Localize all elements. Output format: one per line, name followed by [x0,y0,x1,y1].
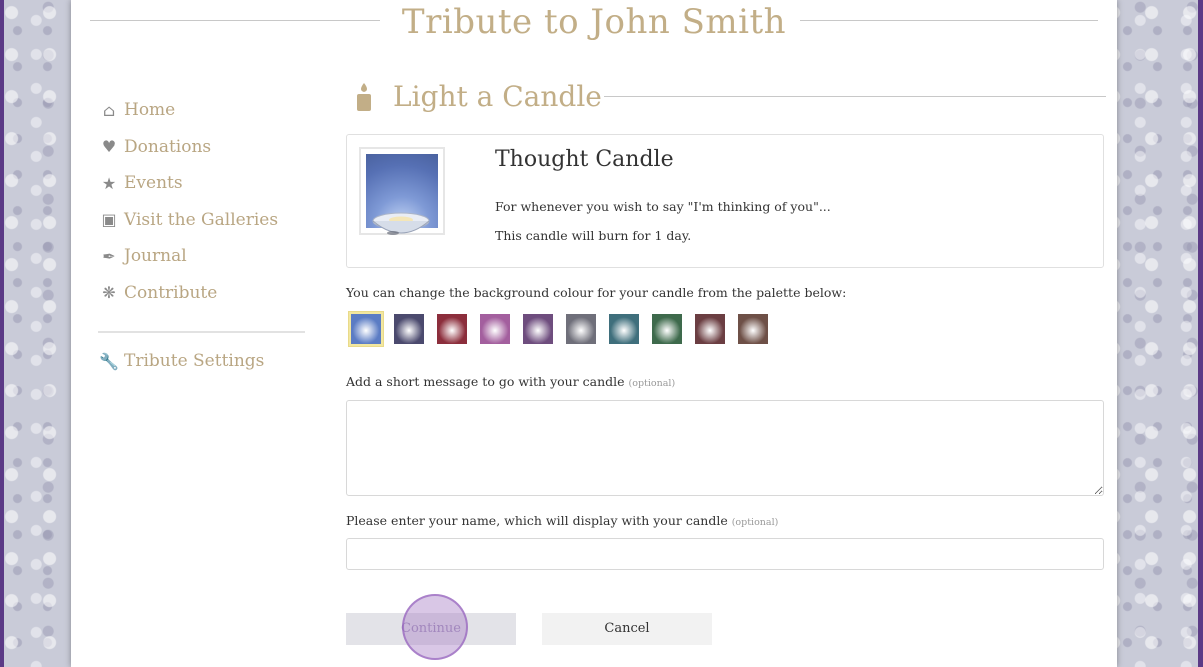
name-input[interactable] [346,538,1104,570]
message-label: Add a short message to go with your cand… [346,374,675,389]
sidebar-item-label: Donations [124,136,212,157]
sidebar-item-label: Visit the Galleries [124,209,279,230]
puzzle-icon: ❋ [102,283,116,303]
color-swatch[interactable] [607,312,641,346]
page-header: Tribute to John Smith [90,0,1098,44]
wrench-icon: 🔧 [99,351,119,371]
page-title: Tribute to John Smith [401,2,787,42]
heart-icon: ♥ [101,137,117,157]
sidebar-item-contribute[interactable]: ❋ Contribute [98,275,308,312]
continue-button[interactable]: Continue [346,613,516,645]
color-swatch[interactable] [435,312,469,346]
sidebar-item-label: Journal [124,246,187,267]
name-label: Please enter your name, which will displ… [346,513,778,528]
color-swatch[interactable] [736,312,770,346]
section-rule [604,96,1106,97]
candle-card: Thought Candle For whenever you wish to … [346,134,1104,268]
color-swatch[interactable] [693,312,727,346]
home-icon: ⌂ [102,100,116,120]
palette-label: You can change the background colour for… [346,285,847,300]
candle-preview [359,147,445,235]
color-swatch[interactable] [348,311,384,347]
sidebar-item-events[interactable]: ★ Events [98,165,308,202]
color-swatch[interactable] [478,312,512,346]
color-swatch[interactable] [650,312,684,346]
name-label-text: Please enter your name, which will displ… [346,513,728,528]
optional-hint: (optional) [731,517,779,528]
message-label-text: Add a short message to go with your cand… [346,374,625,389]
sidebar-item-label: Home [124,100,176,121]
candle-name: Thought Candle [495,147,674,172]
candle-description: For whenever you wish to say "I'm thinki… [495,199,831,214]
sidebar-item-label: Contribute [124,282,218,303]
color-palette [348,311,779,350]
gallery-icon: ▣ [101,210,117,230]
color-swatch[interactable] [521,312,555,346]
sidebar-item-label: Tribute Settings [124,351,265,372]
section-title: Light a Candle [393,80,602,113]
sidebar-nav: ⌂ Home ♥ Donations ★ Events ▣ Visit the … [98,92,308,380]
quill-icon: ✒ [102,246,116,266]
sidebar-item-galleries[interactable]: ▣ Visit the Galleries [98,202,308,239]
color-swatch[interactable] [564,312,598,346]
sidebar-divider [98,331,305,333]
sidebar-item-home[interactable]: ⌂ Home [98,92,308,129]
color-swatch[interactable] [392,312,426,346]
sidebar-item-tribute-settings[interactable]: 🔧 Tribute Settings [98,343,308,380]
optional-hint: (optional) [628,378,676,389]
message-textarea[interactable] [346,400,1104,496]
sidebar-item-label: Events [124,173,183,194]
candle-icon [357,83,371,111]
sidebar-item-donations[interactable]: ♥ Donations [98,129,308,166]
candle-bowl-image [372,212,430,235]
sidebar-item-journal[interactable]: ✒ Journal [98,238,308,275]
section-header: Light a Candle [346,78,1106,118]
cancel-button[interactable]: Cancel [542,613,712,645]
candle-duration: This candle will burn for 1 day. [495,228,692,243]
star-icon: ★ [101,173,117,193]
